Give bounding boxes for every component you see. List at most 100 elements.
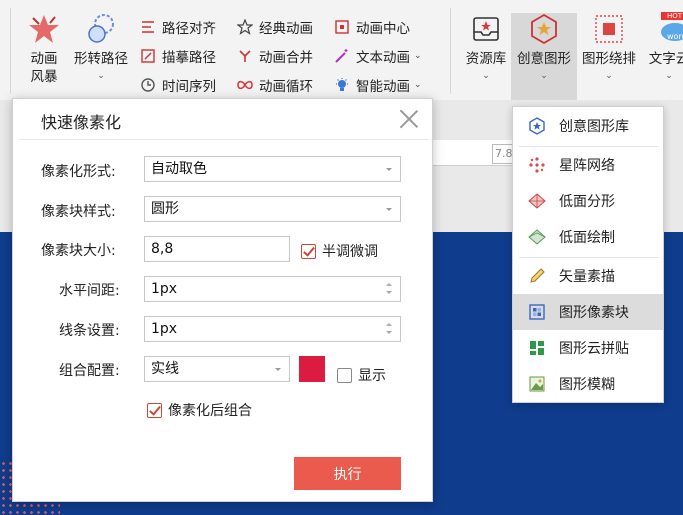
dialog-divider [19,139,428,140]
animation-center-button[interactable]: 动画中心 [334,16,410,38]
shape-to-path-button[interactable]: 形转路径 ⌄ [70,6,132,82]
menu-item-creative-library[interactable]: 创意图形库 [513,108,663,144]
shape-to-path-label: 形转路径 [74,51,128,67]
dialog-title: 快速像素化 [41,113,122,132]
color-swatch[interactable] [299,356,325,382]
line-settings-value: 1px [151,321,178,337]
chevron-down-icon: ⌄ [605,71,613,81]
checkbox-checked-icon [301,243,316,259]
menu-item-pixel-block[interactable]: 图形像素块 [513,294,663,330]
lowpoly-draw-icon [528,228,546,246]
chevron-down-icon: ⌄ [540,71,548,81]
menu-item-vector-sketch[interactable]: 矢量素描 [513,258,663,294]
pixelate-form-select[interactable]: 自动取色 [144,156,401,182]
animation-loop-button[interactable]: 动画循环 [237,74,313,96]
menu-item-label: 图形模糊 [559,377,615,393]
horizontal-spacing-value: 1px [151,281,178,297]
chevron-down-icon [267,357,289,381]
pixel-style-label: 像素块样式: [41,204,116,220]
lightbulb-icon [334,77,350,93]
chevron-down-icon [378,157,400,181]
close-icon[interactable] [399,109,419,129]
merge-icon [237,48,253,64]
resource-library-label: 资源库 [465,51,507,67]
star-outline-icon [236,18,254,35]
chevron-down-icon: ⌄ [482,71,490,81]
shape-path-icon [84,12,118,46]
align-lines-icon [140,19,156,35]
shape-wrap-icon [592,12,626,46]
menu-item-label: 低面分形 [559,194,615,210]
text-animation-label: 文本动画 [356,50,410,66]
menu-item-cloud-tile[interactable]: 图形云拼贴 [513,330,663,366]
path-align-button[interactable]: 路径对齐 [140,16,216,38]
execute-button[interactable]: 执行 [294,457,401,490]
menu-item-label: 图形像素块 [559,305,629,321]
spinner-arrows-icon[interactable] [378,317,400,341]
menu-item-shape-blur[interactable]: 图形模糊 [513,366,663,402]
star-burst-icon [27,12,61,46]
horizontal-spacing-stepper[interactable]: 1px [144,276,401,302]
shape-wrap-button[interactable]: 图形绕排 ⌄ [578,6,640,82]
animation-merge-button[interactable]: 动画合并 [237,45,313,67]
line-settings-stepper[interactable]: 1px [144,316,401,342]
magic-wand-icon [334,48,350,64]
combo-config-select[interactable]: 实线 [144,356,290,382]
dot-network-icon [528,156,546,174]
pixel-size-label: 像素块大小: [41,243,116,259]
chevron-down-icon: ⌄ [665,71,673,81]
show-checkbox[interactable]: 显示 [337,365,386,385]
quick-pixelate-dialog: 快速像素化 像素化形式: 自动取色 像素块样式: 圆形 像素块大小: 8,8 半… [12,98,433,502]
menu-item-label: 低面绘制 [559,230,615,246]
creative-hexagon-icon [527,12,561,46]
path-align-label: 路径对齐 [162,21,216,37]
animation-loop-label: 动画循环 [259,79,313,95]
menu-item-label: 创意图形库 [559,119,629,135]
horizontal-spacing-label: 水平间距: [59,283,120,299]
ribbon-separator [450,8,451,94]
hot-badge: HOT [667,12,683,20]
smart-animation-button[interactable]: 智能动画 ⌄ [334,74,422,96]
word-cloud-button[interactable]: HOT word 文字云 ⌄ [645,6,683,82]
pixel-style-select[interactable]: 圆形 [144,196,401,222]
menu-item-label: 图形云拼贴 [559,341,629,357]
combo-config-label: 组合配置: [59,363,120,379]
creative-shape-menu: 创意图形库 星阵网络 低面分形 低面绘制 矢量素描 图形像素块 图形云拼贴 图形… [512,106,664,403]
word-badge: word [667,32,683,41]
checkbox-checked-icon [147,402,162,418]
pixel-size-input[interactable]: 8,8 [144,236,290,262]
show-label: 显示 [358,368,386,384]
library-tray-icon [469,12,503,46]
resource-library-button[interactable]: 资源库 ⌄ [460,6,512,82]
checkbox-unchecked-icon [337,367,352,383]
pixel-block-icon [528,303,546,321]
cloud-tile-icon [528,339,546,357]
target-square-icon [334,19,350,35]
pixelate-form-value: 自动取色 [151,161,207,177]
text-animation-button[interactable]: 文本动画 ⌄ [334,45,422,67]
creative-shape-button[interactable]: 创意图形 ⌄ [512,6,576,82]
menu-item-star-network[interactable]: 星阵网络 [513,147,663,183]
animation-storm-label-2: 风暴 [30,69,58,85]
shape-wrap-label: 图形绕排 [582,51,636,67]
trace-path-button[interactable]: 描摹路径 [140,45,216,67]
menu-item-label: 星阵网络 [559,158,615,174]
menu-item-lowpoly-fractal[interactable]: 低面分形 [513,183,663,219]
line-settings-label: 线条设置: [59,323,120,339]
chevron-down-icon: ⌄ [97,71,105,81]
group-after-pixelate-checkbox[interactable]: 像素化后组合 [147,400,252,420]
spinner-arrows-icon[interactable] [378,277,400,301]
time-sequence-button[interactable]: 时间序列 [140,74,216,96]
animation-merge-label: 动画合并 [259,50,313,66]
infinity-loop-icon [237,77,253,93]
halftone-adjust-checkbox[interactable]: 半调微调 [301,241,378,261]
classic-animation-button[interactable]: 经典动画 [236,16,313,38]
halftone-adjust-label: 半调微调 [322,244,378,260]
animation-storm-button[interactable]: 动画 风暴 [20,6,68,86]
pixel-style-value: 圆形 [151,201,179,217]
clock-icon [140,77,156,93]
combo-config-value: 实线 [151,361,179,377]
menu-item-lowpoly-draw[interactable]: 低面绘制 [513,219,663,255]
ribbon-separator [10,8,11,94]
smart-animation-label: 智能动画 [356,79,410,95]
